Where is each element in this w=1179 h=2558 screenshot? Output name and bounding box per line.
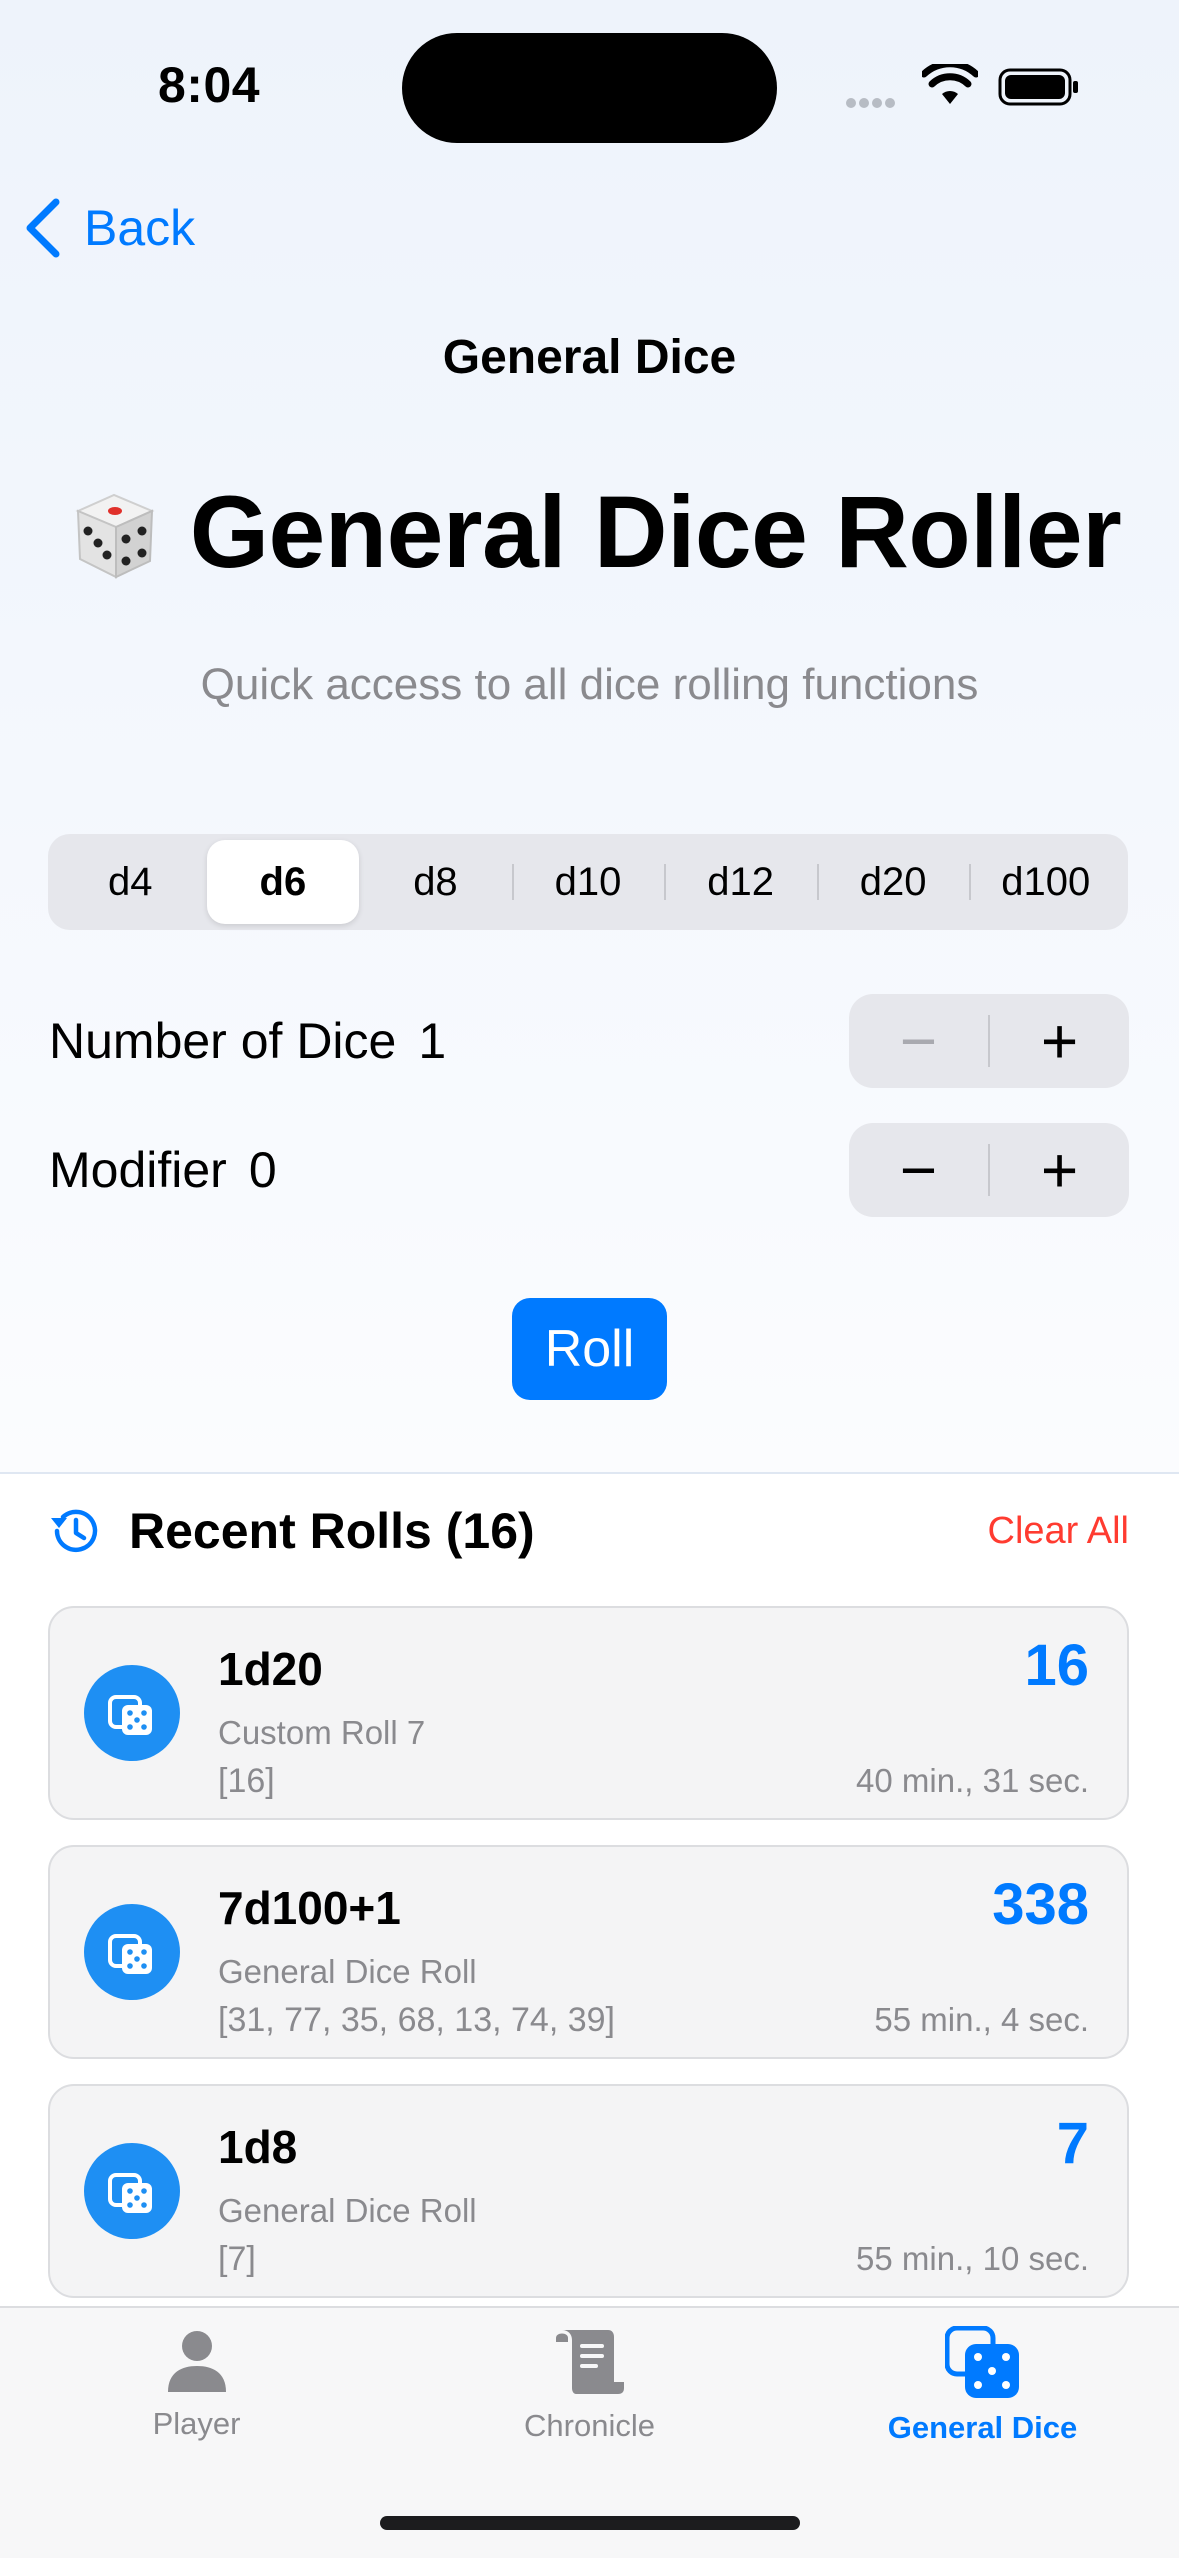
dice-icon bbox=[84, 1665, 180, 1761]
roll-notation: 1d8 bbox=[218, 2121, 298, 2173]
dice-icon bbox=[944, 2326, 1019, 2398]
segment-d20[interactable]: d20 bbox=[816, 840, 970, 924]
person-icon bbox=[167, 2331, 226, 2392]
segment-d10[interactable]: d10 bbox=[511, 840, 665, 924]
modifier-label: Modifier bbox=[49, 1142, 227, 1198]
recent-rolls-title: Recent Rolls (16) bbox=[129, 1503, 535, 1559]
number-of-dice-value: 1 bbox=[418, 1013, 447, 1069]
segment-d12[interactable]: d12 bbox=[664, 840, 817, 924]
history-icon bbox=[51, 1509, 98, 1553]
section-divider bbox=[0, 1472, 1179, 1474]
roll-label: General Dice Roll bbox=[218, 2192, 477, 2229]
roll-label: General Dice Roll bbox=[218, 1953, 477, 1990]
number-of-dice-stepper: − + bbox=[849, 994, 1129, 1088]
roll-results: [16] bbox=[218, 1762, 275, 1800]
roll-results: [31, 77, 35, 68, 13, 74, 39] bbox=[218, 2001, 615, 2039]
battery-icon bbox=[998, 68, 1080, 111]
decrement-dice-button[interactable]: − bbox=[849, 994, 988, 1088]
scroll-icon bbox=[555, 2330, 624, 2394]
number-of-dice-row: Number of Dice 1 bbox=[49, 1012, 446, 1070]
tab-general-dice[interactable]: General Dice bbox=[786, 2326, 1179, 2446]
number-of-dice-label: Number of Dice bbox=[49, 1013, 397, 1069]
roll-total: 7 bbox=[1056, 2111, 1089, 2176]
tab-chronicle[interactable]: Chronicle bbox=[393, 2326, 786, 2444]
modifier-row: Modifier 0 bbox=[49, 1141, 277, 1199]
modifier-value: 0 bbox=[248, 1142, 277, 1198]
roll-label: Custom Roll 7 bbox=[218, 1714, 426, 1751]
tab-label: General Dice bbox=[887, 2410, 1078, 2445]
dice-icon bbox=[84, 2143, 180, 2239]
roll-total: 338 bbox=[992, 1872, 1089, 1937]
roll-results: [7] bbox=[218, 2240, 256, 2278]
dynamic-island bbox=[402, 33, 777, 143]
roll-time: 55 min., 10 sec. bbox=[856, 2240, 1089, 2277]
roll-time: 40 min., 31 sec. bbox=[856, 1762, 1089, 1799]
roll-notation: 7d100+1 bbox=[218, 1882, 401, 1934]
modifier-stepper: − + bbox=[849, 1123, 1129, 1217]
roll-button[interactable]: Roll bbox=[512, 1298, 667, 1400]
dice-icon bbox=[84, 1904, 180, 2000]
roll-history-card[interactable]: 1d20 Custom Roll 7 [16] 16 40 min., 31 s… bbox=[48, 1606, 1129, 1820]
nav-title: General Dice bbox=[442, 331, 737, 384]
page-title: General Dice Roller bbox=[189, 475, 1122, 589]
hero-heading: General Dice Roller bbox=[0, 474, 1179, 591]
decrement-modifier-button[interactable]: − bbox=[849, 1123, 988, 1217]
die-type-picker: d4 d6 d8 d10 d12 d20 d100 bbox=[48, 834, 1128, 930]
chevron-left-icon bbox=[26, 198, 60, 258]
back-button[interactable]: Back bbox=[24, 196, 195, 260]
tab-label: Chronicle bbox=[524, 2408, 655, 2443]
roll-time: 55 min., 4 sec. bbox=[874, 2001, 1089, 2038]
segment-d6[interactable]: d6 bbox=[206, 840, 360, 924]
cellular-signal-icon bbox=[846, 95, 898, 113]
segment-d4[interactable]: d4 bbox=[54, 840, 207, 924]
home-indicator bbox=[380, 2516, 800, 2530]
tab-player[interactable]: Player bbox=[0, 2326, 393, 2442]
wifi-icon bbox=[920, 60, 980, 111]
increment-modifier-button[interactable]: + bbox=[990, 1123, 1129, 1217]
back-label: Back bbox=[84, 200, 196, 256]
dice-emoji-icon bbox=[75, 493, 155, 579]
roll-total: 16 bbox=[1024, 1633, 1089, 1698]
tab-label: Player bbox=[152, 2406, 241, 2441]
page-subtitle: Quick access to all dice rolling functio… bbox=[200, 660, 979, 709]
status-time: 8:04 bbox=[158, 57, 261, 113]
roll-history-card[interactable]: 1d8 General Dice Roll [7] 7 55 min., 10 … bbox=[48, 2084, 1129, 2298]
roll-notation: 1d20 bbox=[218, 1643, 323, 1695]
segment-d100[interactable]: d100 bbox=[969, 840, 1122, 924]
recent-rolls-header: Recent Rolls (16) Clear All bbox=[47, 1500, 1129, 1562]
clear-all-button[interactable]: Clear All bbox=[988, 1510, 1130, 1553]
roll-history-card[interactable]: 7d100+1 General Dice Roll [31, 77, 35, 6… bbox=[48, 1845, 1129, 2059]
increment-dice-button[interactable]: + bbox=[990, 994, 1129, 1088]
segment-d8[interactable]: d8 bbox=[359, 840, 512, 924]
